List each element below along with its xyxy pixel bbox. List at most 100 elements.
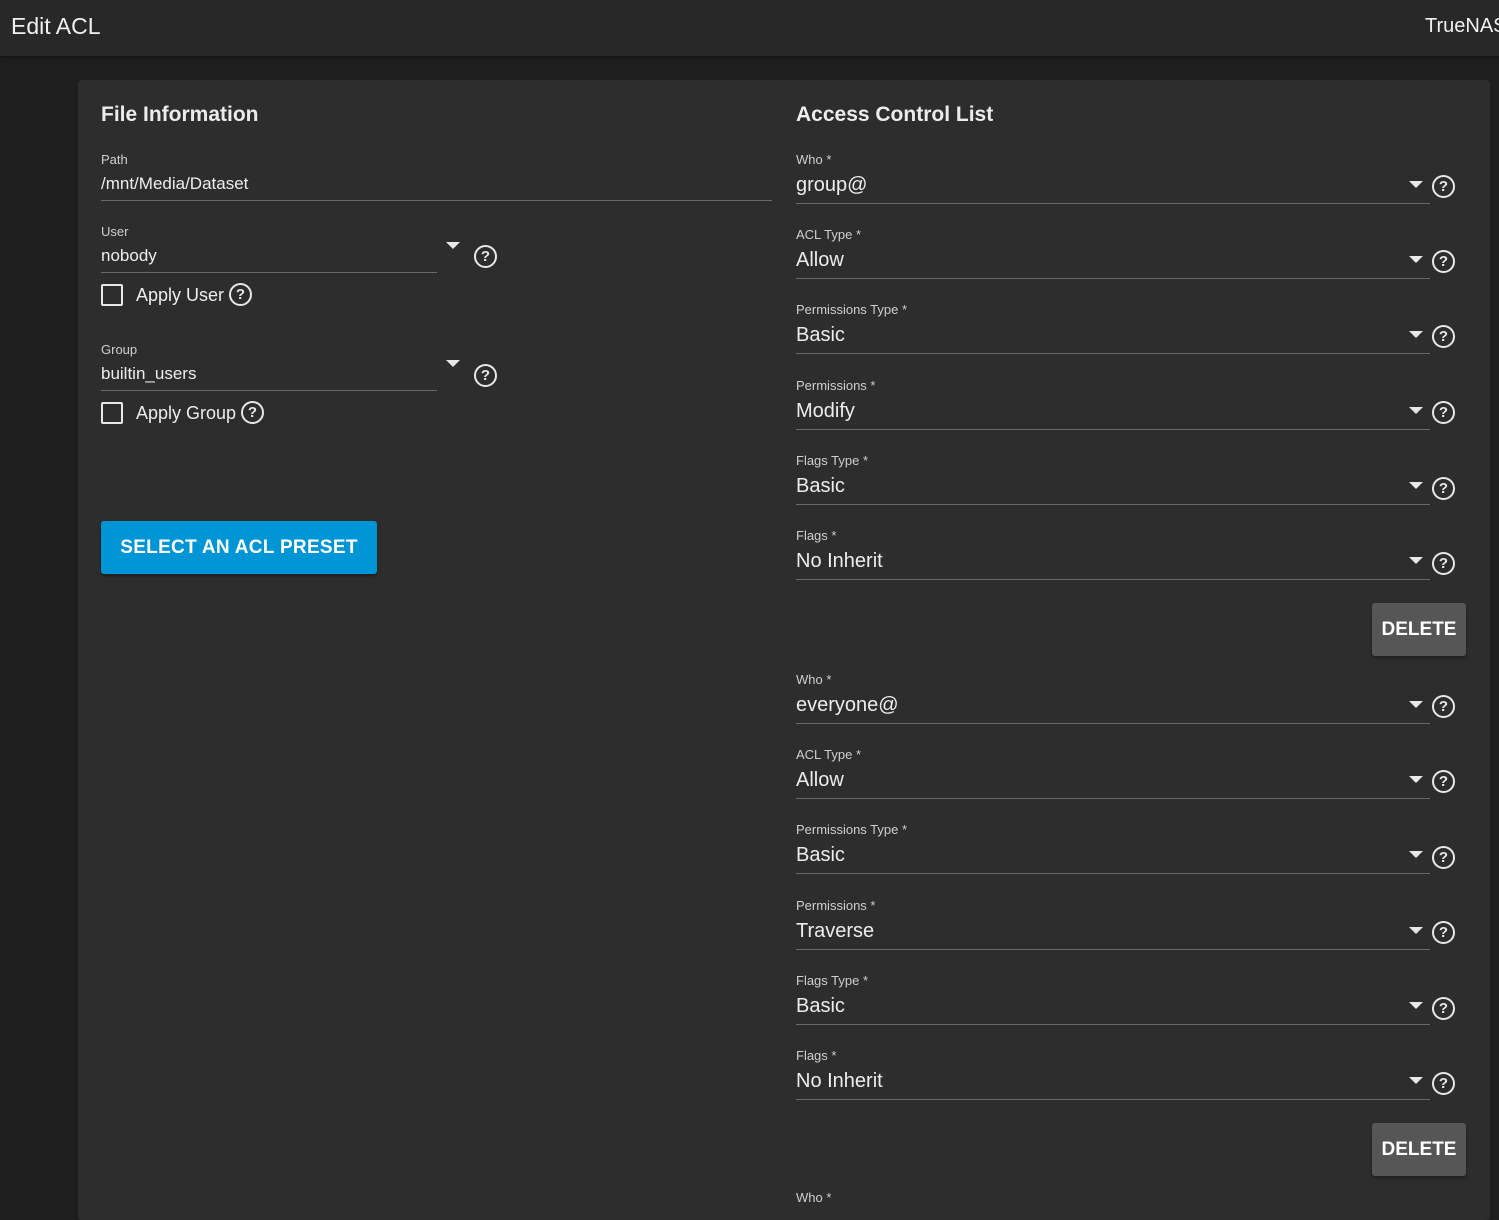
flags-underline bbox=[796, 579, 1430, 580]
permissions-type-value: Basic bbox=[796, 324, 845, 346]
acl-editor-card: File Information Path /mnt/Media/Dataset… bbox=[78, 80, 1490, 1220]
file-information-title: File Information bbox=[101, 103, 259, 126]
permissions-type-underline bbox=[796, 353, 1430, 354]
acl-type-underline bbox=[796, 278, 1430, 279]
acl-type-select[interactable]: ACL Type * Allow bbox=[796, 747, 1430, 801]
flags-type-label: Flags Type * bbox=[796, 973, 869, 988]
group-underline bbox=[101, 390, 437, 391]
acl-who-underline bbox=[796, 723, 1430, 724]
acl-who-label: Who * bbox=[796, 672, 832, 687]
user-select[interactable]: User nobody bbox=[101, 224, 437, 274]
flags-type-select[interactable]: Flags Type * Basic bbox=[796, 453, 1430, 507]
permissions-help-icon[interactable]: ? bbox=[1432, 921, 1455, 944]
permissions-select[interactable]: Permissions * Modify bbox=[796, 378, 1430, 432]
path-field[interactable]: Path /mnt/Media/Dataset bbox=[101, 152, 772, 202]
acl-who-dropdown-arrow-icon[interactable] bbox=[1409, 701, 1423, 708]
flags-help-icon[interactable]: ? bbox=[1432, 552, 1455, 575]
user-label: User bbox=[101, 224, 129, 239]
apply-user-help-icon[interactable]: ? bbox=[229, 283, 252, 306]
access-control-list-title: Access Control List bbox=[796, 103, 994, 126]
permissions-type-value: Basic bbox=[796, 844, 845, 866]
permissions-dropdown-arrow-icon[interactable] bbox=[1409, 927, 1423, 934]
flags-label: Flags * bbox=[796, 528, 837, 543]
path-underline bbox=[101, 200, 772, 201]
permissions-value: Modify bbox=[796, 400, 855, 422]
permissions-select[interactable]: Permissions * Traverse bbox=[796, 898, 1430, 952]
apply-user-checkbox[interactable] bbox=[101, 284, 123, 306]
delete-acl-entry-button[interactable]: DELETE bbox=[1372, 1123, 1466, 1176]
flags-type-help-icon[interactable]: ? bbox=[1432, 477, 1455, 500]
acl-type-label: ACL Type * bbox=[796, 227, 862, 242]
permissions-type-dropdown-arrow-icon[interactable] bbox=[1409, 851, 1423, 858]
acl-who-help-icon[interactable]: ? bbox=[1432, 175, 1455, 198]
acl-who-label: Who * bbox=[796, 1190, 832, 1205]
user-underline bbox=[101, 272, 437, 273]
acl-who-help-icon[interactable]: ? bbox=[1432, 695, 1455, 718]
flags-type-dropdown-arrow-icon[interactable] bbox=[1409, 482, 1423, 489]
acl-who-label: Who * bbox=[796, 152, 832, 167]
select-acl-preset-button[interactable]: SELECT AN ACL PRESET bbox=[101, 521, 377, 574]
acl-type-value: Allow bbox=[796, 769, 844, 791]
permissions-underline bbox=[796, 429, 1430, 430]
acl-type-label: ACL Type * bbox=[796, 747, 862, 762]
acl-who-select[interactable]: Who * group@ bbox=[796, 152, 1430, 206]
flags-type-help-icon[interactable]: ? bbox=[1432, 997, 1455, 1020]
flags-dropdown-arrow-icon[interactable] bbox=[1409, 557, 1423, 564]
flags-type-value: Basic bbox=[796, 475, 845, 497]
acl-who-value: group@ bbox=[796, 174, 868, 196]
acl-type-help-icon[interactable]: ? bbox=[1432, 770, 1455, 793]
flags-select[interactable]: Flags * No Inherit bbox=[796, 1048, 1430, 1102]
permissions-type-dropdown-arrow-icon[interactable] bbox=[1409, 331, 1423, 338]
acl-type-dropdown-arrow-icon[interactable] bbox=[1409, 776, 1423, 783]
permissions-type-label: Permissions Type * bbox=[796, 302, 908, 317]
flags-value: No Inherit bbox=[796, 1070, 883, 1092]
permissions-type-select[interactable]: Permissions Type * Basic bbox=[796, 302, 1430, 356]
permissions-label: Permissions * bbox=[796, 378, 876, 393]
acl-who-select[interactable]: Who * everyone@ bbox=[796, 672, 1430, 726]
flags-value: No Inherit bbox=[796, 550, 883, 572]
flags-type-select[interactable]: Flags Type * Basic bbox=[796, 973, 1430, 1027]
permissions-value: Traverse bbox=[796, 920, 875, 942]
apply-group-checkbox[interactable] bbox=[101, 402, 123, 424]
acl-type-value: Allow bbox=[796, 249, 844, 271]
permissions-type-label: Permissions Type * bbox=[796, 822, 908, 837]
flags-dropdown-arrow-icon[interactable] bbox=[1409, 1077, 1423, 1084]
acl-who-select[interactable]: Who * bbox=[796, 1190, 1430, 1210]
permissions-type-help-icon[interactable]: ? bbox=[1432, 846, 1455, 869]
group-select[interactable]: Group builtin_users bbox=[101, 342, 437, 392]
flags-help-icon[interactable]: ? bbox=[1432, 1072, 1455, 1095]
permissions-label: Permissions * bbox=[796, 898, 876, 913]
user-help-icon[interactable]: ? bbox=[474, 245, 497, 268]
acl-who-value: everyone@ bbox=[796, 694, 899, 716]
path-value: /mnt/Media/Dataset bbox=[101, 174, 249, 193]
flags-underline bbox=[796, 1099, 1430, 1100]
page-title: Edit ACL bbox=[11, 13, 101, 39]
group-dropdown-arrow-icon[interactable] bbox=[446, 360, 460, 367]
permissions-type-select[interactable]: Permissions Type * Basic bbox=[796, 822, 1430, 876]
path-label: Path bbox=[101, 152, 128, 167]
flags-select[interactable]: Flags * No Inherit bbox=[796, 528, 1430, 582]
flags-type-label: Flags Type * bbox=[796, 453, 869, 468]
acl-type-help-icon[interactable]: ? bbox=[1432, 250, 1455, 273]
permissions-type-help-icon[interactable]: ? bbox=[1432, 325, 1455, 348]
apply-group-help-icon[interactable]: ? bbox=[241, 401, 264, 424]
flags-type-dropdown-arrow-icon[interactable] bbox=[1409, 1002, 1423, 1009]
top-toolbar: Edit ACL TrueNAS bbox=[0, 0, 1499, 56]
acl-type-dropdown-arrow-icon[interactable] bbox=[1409, 256, 1423, 263]
acl-who-underline bbox=[796, 203, 1430, 204]
group-help-icon[interactable]: ? bbox=[474, 364, 497, 387]
apply-user-label[interactable]: Apply User bbox=[136, 285, 224, 306]
flags-type-underline bbox=[796, 504, 1430, 505]
acl-type-underline bbox=[796, 798, 1430, 799]
group-value: builtin_users bbox=[101, 364, 197, 383]
acl-type-select[interactable]: ACL Type * Allow bbox=[796, 227, 1430, 281]
permissions-help-icon[interactable]: ? bbox=[1432, 401, 1455, 424]
delete-acl-entry-button[interactable]: DELETE bbox=[1372, 603, 1466, 656]
permissions-type-underline bbox=[796, 873, 1430, 874]
user-dropdown-arrow-icon[interactable] bbox=[446, 242, 460, 249]
acl-who-dropdown-arrow-icon[interactable] bbox=[1409, 181, 1423, 188]
flags-type-underline bbox=[796, 1024, 1430, 1025]
permissions-dropdown-arrow-icon[interactable] bbox=[1409, 407, 1423, 414]
apply-group-label[interactable]: Apply Group bbox=[136, 403, 236, 424]
flags-type-value: Basic bbox=[796, 995, 845, 1017]
